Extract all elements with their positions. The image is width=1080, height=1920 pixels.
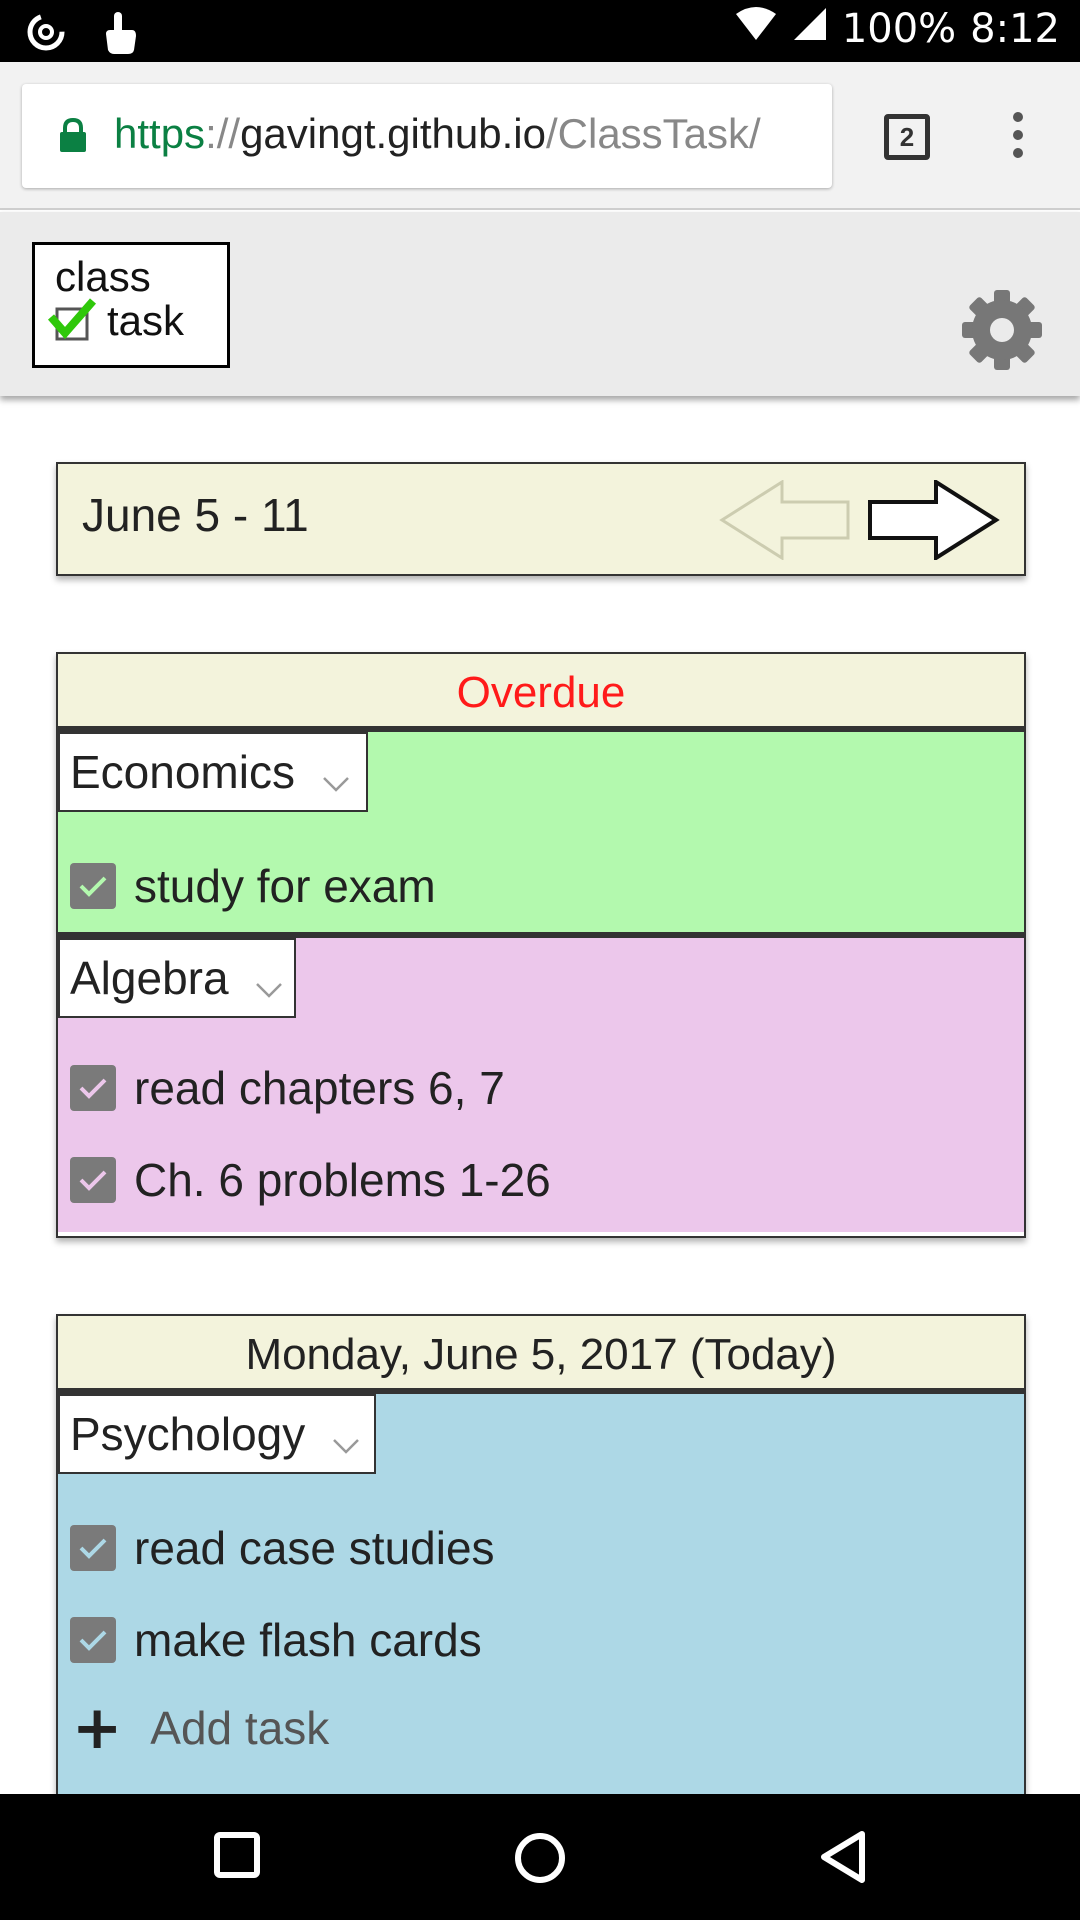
previous-week-arrow-icon[interactable] — [718, 479, 852, 564]
url-scheme: https — [114, 110, 206, 157]
overdue-header: Overdue — [58, 654, 1024, 732]
task-item[interactable]: study for exam — [70, 856, 436, 916]
logo-text-task: task — [107, 297, 185, 344]
task-text: Ch. 6 problems 1-26 — [134, 1154, 551, 1206]
week-range-label: June 5 - 11 — [82, 489, 309, 541]
chevron-down-icon — [255, 944, 283, 1020]
add-task-label: Add task — [150, 1702, 330, 1754]
settings-gear-icon[interactable] — [960, 288, 1044, 376]
task-checkbox[interactable] — [70, 1157, 116, 1203]
logo-text-class: class — [55, 253, 151, 300]
app-logo[interactable]: class task — [32, 242, 230, 368]
task-item[interactable]: read chapters 6, 7 — [70, 1058, 505, 1118]
logo-check-icon — [47, 298, 97, 341]
overflow-menu-icon[interactable] — [1010, 112, 1026, 162]
add-task-button[interactable]: + Add task — [72, 1698, 329, 1758]
back-triangle-icon[interactable] — [818, 1830, 868, 1888]
class-dropdown-psychology[interactable]: Psychology — [58, 1394, 376, 1474]
task-text: read chapters 6, 7 — [134, 1062, 505, 1114]
home-circle-icon[interactable] — [512, 1830, 568, 1890]
address-bar[interactable]: https://gavingt.github.io/ClassTask/ — [22, 84, 832, 188]
battery-percent: 100% — [841, 6, 957, 52]
url-host: gavingt.github.io — [240, 110, 546, 157]
browser-toolbar: https://gavingt.github.io/ClassTask/ 2 — [0, 62, 1080, 210]
class-block-algebra: Algebra read chapters 6, 7 Ch. 6 problem… — [58, 938, 1024, 1232]
task-checkbox[interactable] — [70, 1617, 116, 1663]
touch-notification-icon — [98, 8, 142, 60]
task-text: read case studies — [134, 1522, 495, 1574]
status-bar: 100% 8:12 — [0, 0, 1080, 62]
system-navigation-bar — [0, 1794, 1080, 1920]
task-checkbox[interactable] — [70, 863, 116, 909]
class-dropdown-economics[interactable]: Economics — [58, 732, 368, 812]
signal-icon — [792, 6, 828, 52]
task-checkbox[interactable] — [70, 1525, 116, 1571]
task-text: make flash cards — [134, 1614, 482, 1666]
today-header: Monday, June 5, 2017 (Today) — [58, 1316, 1024, 1394]
class-name: Algebra — [70, 952, 229, 1004]
next-week-arrow-icon[interactable] — [866, 478, 1000, 564]
class-block-economics: Economics study for exam — [58, 732, 1024, 938]
url-text: https://gavingt.github.io/ClassTask/ — [114, 110, 761, 158]
clock: 8:12 — [970, 6, 1060, 52]
task-item[interactable]: read case studies — [70, 1518, 495, 1578]
tab-switcher-button[interactable]: 2 — [884, 114, 930, 160]
lock-icon — [58, 117, 88, 158]
overdue-card: Overdue Economics study for exam Algebra — [56, 652, 1026, 1238]
url-separator: :// — [205, 110, 241, 157]
class-name: Psychology — [70, 1408, 306, 1460]
plus-icon: + — [72, 1693, 123, 1763]
task-checkbox[interactable] — [70, 1065, 116, 1111]
recents-square-icon[interactable] — [212, 1830, 262, 1884]
app-header: class task — [0, 212, 1080, 396]
chevron-down-icon — [332, 1400, 360, 1476]
today-card: Monday, June 5, 2017 (Today) Psychology … — [56, 1314, 1026, 1814]
class-dropdown-algebra[interactable]: Algebra — [58, 938, 296, 1018]
url-path: /ClassTask/ — [545, 110, 761, 157]
class-block-psychology: Psychology read case studies make flash … — [58, 1394, 1024, 1810]
week-navigator: June 5 - 11 — [56, 462, 1026, 576]
task-item[interactable]: make flash cards — [70, 1610, 482, 1670]
class-name: Economics — [70, 746, 295, 798]
sync-notification-icon — [24, 10, 68, 58]
task-text: study for exam — [134, 860, 436, 912]
wifi-icon — [734, 6, 778, 52]
chevron-down-icon — [322, 738, 350, 814]
task-item[interactable]: Ch. 6 problems 1-26 — [70, 1150, 551, 1210]
